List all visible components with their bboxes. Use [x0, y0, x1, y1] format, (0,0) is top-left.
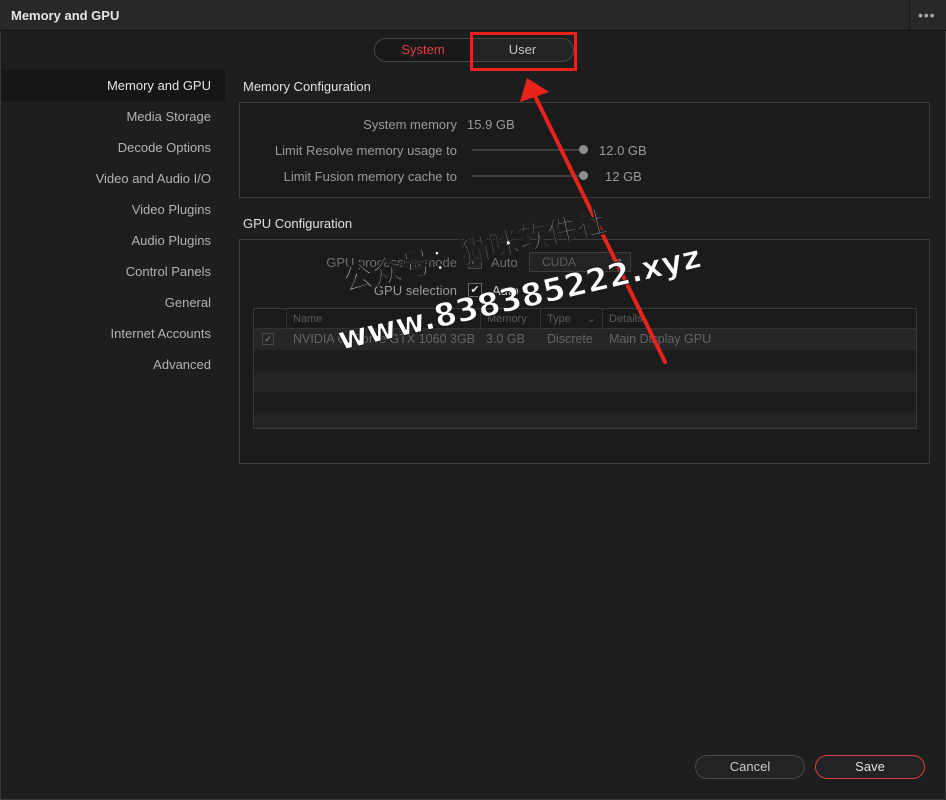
resolve-limit-slider-track[interactable]: [472, 149, 584, 151]
column-header-memory[interactable]: Memory: [480, 309, 540, 329]
table-row-empty: [254, 350, 916, 371]
sidebar-item-audio-plugins[interactable]: Audio Plugins: [1, 225, 225, 256]
table-row[interactable]: ✔ NVIDIA GeForce GTX 1060 3GB 3.0 GB Dis…: [254, 329, 916, 350]
chevron-down-icon: ▾: [616, 256, 622, 267]
sidebar-item-general[interactable]: General: [1, 287, 225, 318]
sidebar-item-decode-options[interactable]: Decode Options: [1, 132, 225, 163]
sidebar: Memory and GPU Media Storage Decode Opti…: [1, 70, 225, 380]
fusion-limit-slider-knob[interactable]: [579, 171, 588, 180]
gpu-processing-mode-label: GPU processing mode: [326, 255, 457, 270]
window-title: Memory and GPU: [11, 8, 120, 23]
fusion-limit-slider-track[interactable]: [472, 175, 584, 177]
system-memory-value: 15.9 GB: [467, 117, 515, 132]
gpu-processing-mode-auto-checkbox[interactable]: ✔: [468, 255, 482, 269]
gpu-row-checkbox[interactable]: ✔: [262, 333, 274, 345]
resolve-limit-label: Limit Resolve memory usage to: [274, 143, 457, 158]
column-header-details[interactable]: Details: [602, 309, 916, 329]
gpu-section-title: GPU Configuration: [243, 216, 353, 231]
save-button[interactable]: Save: [815, 755, 925, 779]
resolve-limit-slider-knob[interactable]: [579, 145, 588, 154]
column-header-name[interactable]: Name: [286, 309, 480, 329]
gpu-memory-cell: 3.0 GB: [486, 332, 525, 346]
gpu-type-cell: Discrete: [547, 332, 593, 346]
gpu-selection-label: GPU selection: [373, 283, 457, 298]
cancel-button[interactable]: Cancel: [695, 755, 805, 779]
gpu-selection-auto-label: Auto: [492, 283, 519, 298]
chevron-down-icon: ⌄: [586, 313, 596, 325]
gpu-processing-mode-value: CUDA: [542, 255, 577, 269]
gpu-processing-mode-auto-label: Auto: [491, 255, 518, 270]
sidebar-item-advanced[interactable]: Advanced: [1, 349, 225, 380]
gpu-table-header: Name Memory Type ⌄ Details: [254, 309, 916, 329]
annotation-highlight-box: [470, 32, 577, 71]
resolve-limit-value: 12.0 GB: [599, 143, 647, 158]
gpu-name-cell: NVIDIA GeForce GTX 1060 3GB: [293, 332, 476, 346]
sidebar-item-video-plugins[interactable]: Video Plugins: [1, 194, 225, 225]
table-row-empty: [254, 413, 916, 428]
sidebar-item-memory-and-gpu[interactable]: Memory and GPU: [1, 70, 225, 101]
memory-section-title: Memory Configuration: [243, 79, 371, 94]
title-separator: [909, 0, 910, 31]
sidebar-item-internet-accounts[interactable]: Internet Accounts: [1, 318, 225, 349]
gpu-details-cell: Main Display GPU: [609, 332, 712, 346]
tab-system[interactable]: System: [375, 39, 472, 61]
fusion-limit-value: 12 GB: [605, 169, 642, 184]
sidebar-item-media-storage[interactable]: Media Storage: [1, 101, 225, 132]
gpu-selection-auto-checkbox[interactable]: ✔: [468, 283, 482, 297]
gpu-table: Name Memory Type ⌄ Details ✔ NVIDIA GeFo…: [253, 308, 917, 429]
table-row-empty: [254, 371, 916, 392]
column-header-type-label: Type: [547, 313, 571, 325]
sidebar-item-control-panels[interactable]: Control Panels: [1, 256, 225, 287]
system-memory-label: System memory: [363, 117, 457, 132]
sidebar-item-video-audio-io[interactable]: Video and Audio I/O: [1, 163, 225, 194]
title-bar: Memory and GPU •••: [0, 0, 946, 31]
table-row-empty: [254, 392, 916, 413]
column-header-type[interactable]: Type ⌄: [540, 309, 602, 329]
more-options-icon[interactable]: •••: [918, 7, 936, 23]
fusion-limit-label: Limit Fusion memory cache to: [283, 169, 457, 184]
gpu-processing-mode-dropdown[interactable]: CUDA ▾: [529, 252, 631, 272]
